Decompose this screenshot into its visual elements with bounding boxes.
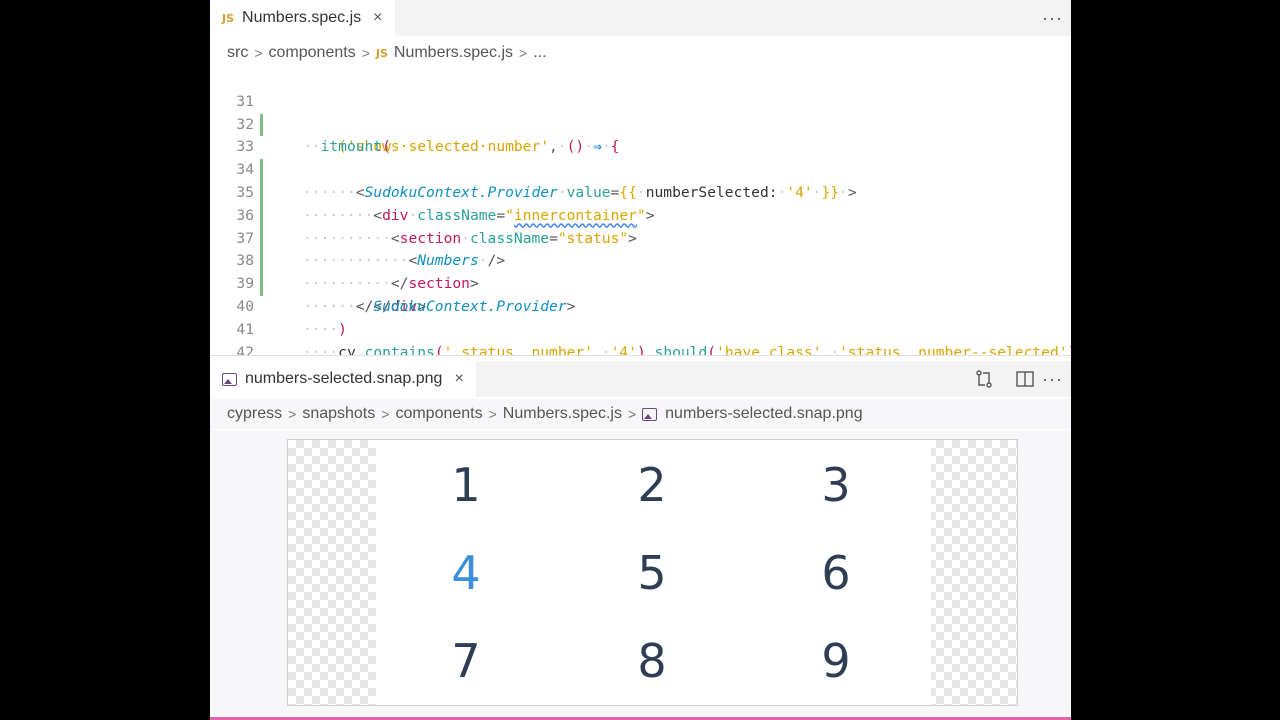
numbers-panel: 1 2 3 4 5 6 7 8 9	[376, 440, 931, 705]
number-4-selected: 4	[451, 546, 481, 600]
close-icon[interactable]: ×	[454, 370, 463, 388]
top-tab-bar: JS Numbers.spec.js × ···	[210, 0, 1071, 36]
breadcrumb-item-components[interactable]: components	[269, 44, 356, 62]
number-2: 2	[637, 458, 667, 512]
code-line: 35 ··········<section·className="status"…	[210, 159, 1071, 247]
editor-window: JS Numbers.spec.js × ··· src > component…	[210, 0, 1071, 720]
image-file-icon	[222, 372, 237, 386]
code-line: 43 ··})	[210, 342, 1071, 355]
breadcrumb: src > components > JS Numbers.spec.js > …	[210, 38, 1071, 68]
number-5: 5	[637, 546, 667, 600]
breadcrumb-item-file[interactable]: Numbers.spec.js	[394, 44, 513, 62]
pane-divider[interactable]	[210, 355, 1071, 356]
compare-changes-icon[interactable]	[974, 369, 994, 389]
chevron-right-icon: >	[488, 406, 497, 422]
code-line: 40 ····)	[210, 273, 1071, 338]
code-line: 38 ········</div>	[210, 228, 1071, 315]
breadcrumb: cypress > snapshots > components > Numbe…	[210, 399, 1071, 429]
chevron-right-icon: >	[381, 406, 390, 422]
code-line: 31 ··it('shows·selected·number',·()·⇒·{	[210, 68, 1071, 156]
breadcrumb-item-src[interactable]: src	[227, 44, 248, 62]
code-line: 36 ············<Numbers·/>	[210, 182, 1071, 270]
code-line: 33 ······<SudokuContext.Provider·value={…	[210, 114, 1071, 201]
split-editor-icon[interactable]	[1015, 369, 1035, 389]
breadcrumb-item-symbol[interactable]: ...	[533, 44, 546, 62]
tab-numbers-selected-snap[interactable]: numbers-selected.snap.png ×	[210, 361, 476, 397]
tab-label: numbers-selected.snap.png	[245, 370, 443, 387]
chevron-right-icon: >	[627, 406, 637, 422]
javascript-file-icon: JS	[222, 11, 235, 25]
number-7: 7	[451, 634, 481, 688]
breadcrumb-item-snapshots[interactable]: snapshots	[302, 405, 375, 423]
image-preview[interactable]: 1 2 3 4 5 6 7 8 9	[210, 430, 1071, 720]
number-3: 3	[821, 458, 851, 512]
number-8: 8	[637, 634, 667, 688]
code-line: 34 ········<div·className="innercontaine…	[210, 136, 1071, 224]
chevron-right-icon: >	[519, 45, 528, 61]
breadcrumb-item-components[interactable]: components	[395, 405, 482, 423]
code-line: 42 ····cy.get('.status__numbers').matchI…	[210, 319, 1071, 355]
code-line: 39 ······</SudokuContext.Provider>	[210, 250, 1071, 315]
javascript-file-icon: JS	[375, 46, 388, 60]
code-line: 32 ····mount(	[210, 91, 1071, 156]
number-9: 9	[821, 634, 851, 688]
more-actions-icon[interactable]: ···	[1042, 369, 1063, 390]
more-actions-icon[interactable]: ···	[1042, 8, 1063, 29]
number-1: 1	[451, 458, 481, 512]
breadcrumb-item-spec-folder[interactable]: Numbers.spec.js	[503, 405, 622, 423]
chevron-right-icon: >	[254, 45, 263, 61]
snapshot-image: 1 2 3 4 5 6 7 8 9	[287, 439, 1018, 706]
breadcrumb-item-cypress[interactable]: cypress	[227, 405, 282, 423]
image-file-icon	[642, 407, 658, 421]
code-editor[interactable]: 31 ··it('shows·selected·number',·()·⇒·{ …	[210, 68, 1071, 355]
bottom-tab-bar: numbers-selected.snap.png × ···	[210, 361, 1071, 397]
code-line: 41 ····cy.contains('.status__number',·'4…	[210, 296, 1071, 355]
code-line: 37 ··········</section>	[210, 205, 1071, 293]
chevron-right-icon: >	[288, 406, 297, 422]
number-6: 6	[821, 546, 851, 600]
tab-numbers-spec[interactable]: JS Numbers.spec.js ×	[210, 0, 395, 36]
chevron-right-icon: >	[361, 45, 370, 61]
breadcrumb-item-image[interactable]: numbers-selected.snap.png	[665, 405, 862, 423]
tab-label: Numbers.spec.js	[242, 9, 362, 26]
close-icon[interactable]: ×	[373, 9, 382, 27]
